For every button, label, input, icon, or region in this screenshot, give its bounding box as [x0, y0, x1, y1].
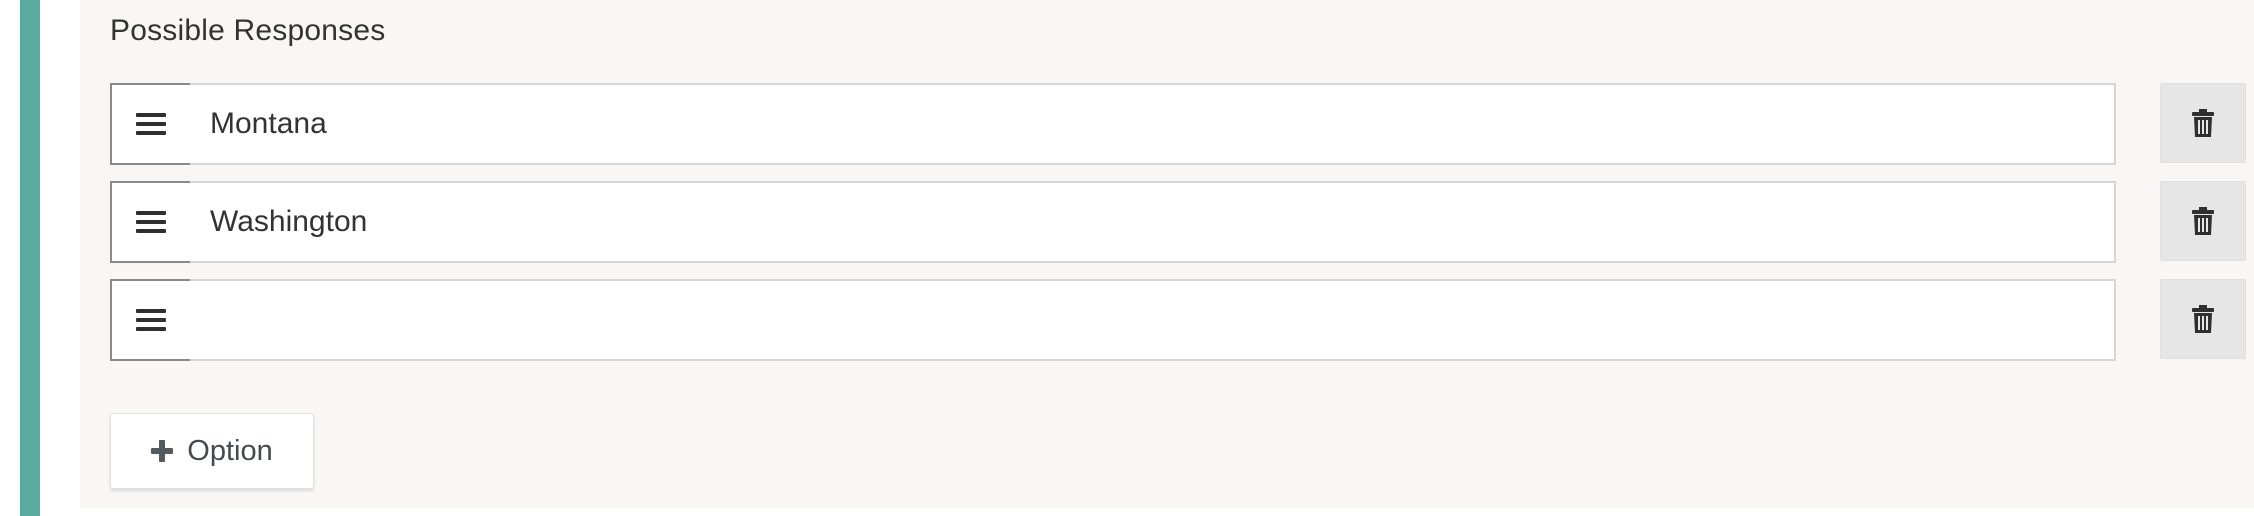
option-field — [190, 279, 2116, 361]
possible-responses-panel: Possible Responses Montana Washington Op… — [80, 0, 2254, 508]
option-field — [190, 83, 2116, 165]
option-field — [190, 181, 2116, 263]
drag-handle[interactable] — [110, 181, 192, 263]
add-option-label: Option — [187, 434, 273, 467]
add-option-button[interactable]: Option — [110, 413, 314, 489]
option-row — [110, 83, 2246, 165]
trash-icon — [2192, 207, 2214, 235]
delete-option-button[interactable] — [2160, 279, 2246, 359]
trash-icon — [2192, 109, 2214, 137]
option-input[interactable] — [190, 183, 2114, 261]
option-row — [110, 279, 2246, 361]
accent-bar — [20, 0, 40, 516]
drag-handle[interactable] — [110, 279, 192, 361]
option-input[interactable] — [190, 281, 2114, 359]
trash-icon — [2192, 305, 2214, 333]
option-input[interactable] — [190, 85, 2114, 163]
hamburger-icon — [136, 309, 166, 331]
plus-icon — [151, 440, 174, 462]
delete-option-button[interactable] — [2160, 181, 2246, 261]
section-title: Possible Responses — [110, 14, 386, 47]
delete-option-button[interactable] — [2160, 83, 2246, 163]
drag-handle[interactable] — [110, 83, 192, 165]
option-row — [110, 181, 2246, 263]
hamburger-icon — [136, 211, 166, 233]
hamburger-icon — [136, 113, 166, 135]
